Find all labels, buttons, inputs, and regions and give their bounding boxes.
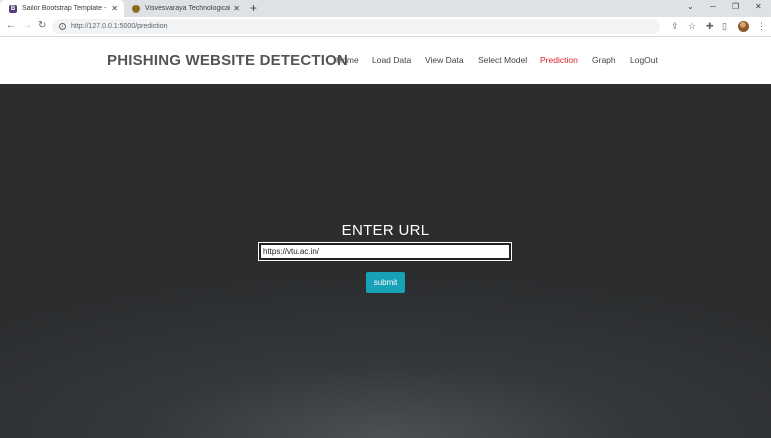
- profile-avatar[interactable]: [738, 21, 749, 32]
- nav-view-data[interactable]: View Data: [425, 55, 464, 65]
- browser-tab[interactable]: Visvesvaraya Technological Unive ✕: [126, 0, 246, 17]
- vtu-shield-icon: [132, 4, 140, 13]
- nav-graph[interactable]: Graph: [592, 55, 616, 65]
- menu-kebab-icon[interactable]: ⋮: [757, 21, 766, 32]
- submit-button[interactable]: submit: [366, 272, 405, 293]
- close-window-icon[interactable]: ✕: [755, 2, 762, 11]
- nav-load-data[interactable]: Load Data: [372, 55, 411, 65]
- extensions-icon[interactable]: ✚: [706, 21, 714, 32]
- minimize-icon[interactable]: ─: [710, 2, 716, 11]
- form-title: ENTER URL: [341, 222, 430, 239]
- reload-icon[interactable]: ↻: [38, 20, 46, 31]
- new-tab-icon[interactable]: +: [250, 1, 257, 15]
- side-panel-icon[interactable]: ▯: [722, 21, 727, 32]
- nav-select-model[interactable]: Select Model: [478, 55, 527, 65]
- bookmark-star-icon[interactable]: ☆: [688, 21, 696, 32]
- address-bar[interactable]: i http://127.0.0.1:5000/prediction: [52, 19, 660, 34]
- close-tab-icon[interactable]: ✕: [233, 4, 240, 13]
- site-info-icon[interactable]: i: [59, 23, 66, 30]
- url-text: http://127.0.0.1:5000/prediction: [71, 23, 168, 30]
- url-input[interactable]: [258, 242, 512, 261]
- tab-title: Visvesvaraya Technological Unive: [145, 5, 231, 12]
- nav-logout[interactable]: LogOut: [630, 55, 658, 65]
- browser-tab-strip: B Sailor Bootstrap Template - Index ✕ Vi…: [0, 0, 771, 17]
- forward-icon[interactable]: →: [22, 20, 32, 31]
- tab-title: Sailor Bootstrap Template - Index: [22, 5, 108, 12]
- nav-prediction[interactable]: Prediction: [540, 55, 578, 65]
- share-icon[interactable]: ⇪: [671, 21, 679, 32]
- tab-search-icon[interactable]: ⌄: [687, 2, 694, 11]
- nav-home[interactable]: Home: [336, 55, 359, 65]
- hero-section: [0, 84, 771, 438]
- bootstrap-icon: B: [9, 4, 17, 13]
- close-tab-icon[interactable]: ✕: [111, 4, 118, 13]
- site-brand[interactable]: PHISHING WEBSITE DETECTION: [107, 52, 348, 69]
- back-icon[interactable]: ←: [6, 20, 16, 31]
- maximize-icon[interactable]: ❐: [732, 2, 739, 11]
- browser-tab-active[interactable]: B Sailor Bootstrap Template - Index ✕: [0, 0, 124, 17]
- browser-toolbar: ← → ↻ i http://127.0.0.1:5000/prediction…: [0, 17, 771, 37]
